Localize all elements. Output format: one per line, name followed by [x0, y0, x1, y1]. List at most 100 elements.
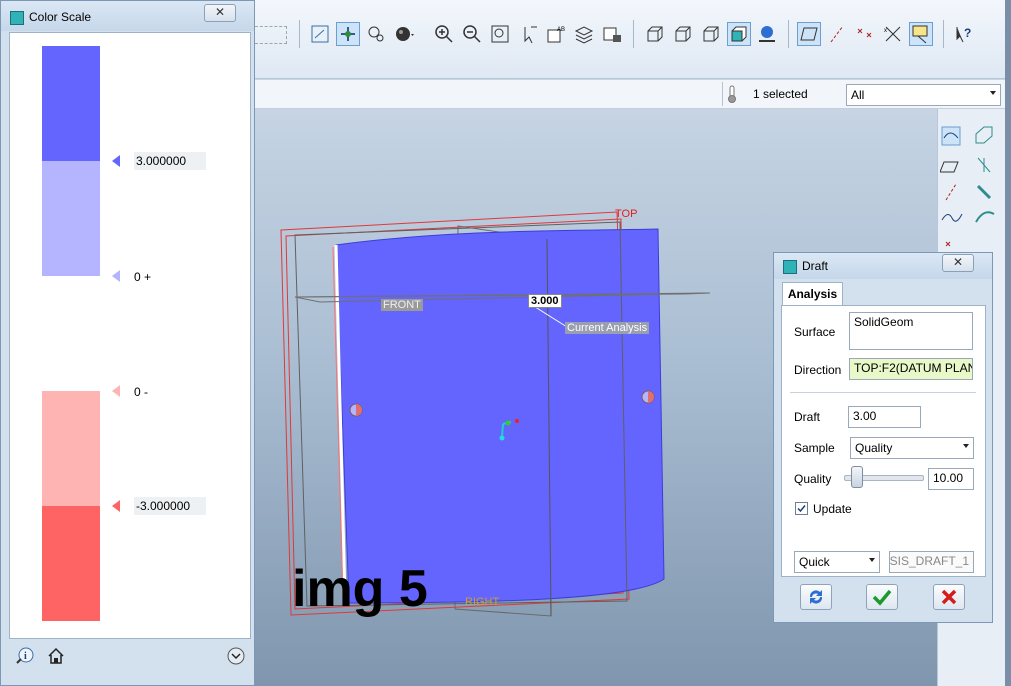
color-band	[42, 161, 100, 276]
draft-value-label[interactable]: 3.000	[528, 294, 562, 308]
orient-mode-icon[interactable]	[364, 22, 388, 46]
color-band	[42, 391, 100, 506]
sample-value: Quality	[855, 441, 893, 455]
color-band	[42, 506, 100, 621]
spin-center-icon[interactable]	[336, 22, 360, 46]
draft-angle-label: Draft	[794, 410, 821, 424]
window-border	[1005, 0, 1011, 686]
box-select-icon[interactable]	[255, 26, 287, 44]
right-datum-label[interactable]: RIGHT	[465, 596, 499, 608]
tab-analysis[interactable]: Analysis	[782, 282, 843, 306]
appearance-icon[interactable]	[600, 22, 624, 46]
window-icon	[783, 260, 797, 274]
no-hidden-icon[interactable]	[699, 22, 723, 46]
refit-icon[interactable]	[488, 22, 512, 46]
quality-slider-thumb[interactable]	[850, 466, 863, 488]
svg-text:i: i	[24, 651, 27, 662]
axis-display-icon[interactable]	[825, 22, 849, 46]
mode-value: Quick	[799, 555, 830, 569]
csys-display-icon[interactable]: x	[881, 22, 905, 46]
color-band	[42, 276, 100, 391]
datum-point-icon	[945, 241, 951, 247]
reorient-icon[interactable]	[516, 22, 540, 46]
quality-input[interactable]: 10.00	[928, 468, 974, 490]
scale-marker-arrow[interactable]	[112, 155, 120, 167]
chevron-down-icon	[869, 558, 875, 562]
scale-zero-minus-label: 0 -	[134, 385, 149, 399]
chevron-down-icon	[990, 91, 996, 95]
divider	[790, 392, 976, 393]
analysis-name-field[interactable]: ANALYSIS_DRAFT_1	[889, 551, 974, 573]
datum-plane-icon	[940, 161, 959, 173]
draft-title: Draft	[802, 259, 829, 273]
scale-zero-plus-label: 0 +	[134, 270, 152, 284]
selection-filter-value: All	[851, 88, 865, 102]
redraw-icon[interactable]	[308, 22, 332, 46]
chevron-down-icon	[963, 444, 969, 448]
thermometer-icon	[727, 85, 737, 106]
saved-views-icon[interactable]: AB	[544, 22, 568, 46]
extrude-icon	[975, 126, 993, 144]
scale-marker-arrow[interactable]	[112, 385, 120, 397]
graphics-toolbar: AB x ?	[255, 0, 1005, 79]
context-help-icon[interactable]: ?	[952, 22, 976, 46]
checkmark-icon	[797, 505, 806, 513]
update-checkbox[interactable]	[795, 502, 808, 515]
datum-axis-icon	[945, 183, 957, 201]
scale-min-value[interactable]: -3.000000	[134, 497, 206, 515]
direction-collector[interactable]: TOP:F2(DATUM PLANE)	[849, 358, 973, 380]
sample-dropdown[interactable]: Quality	[850, 437, 974, 459]
top-datum-label[interactable]: TOP	[615, 208, 637, 220]
zoom-in-icon[interactable]	[432, 22, 456, 46]
window-icon	[10, 11, 24, 25]
surface-collector[interactable]: SolidGeom	[849, 312, 973, 350]
scale-max-value[interactable]: 3.000000	[134, 152, 206, 170]
selection-filter-dropdown[interactable]: All	[846, 84, 1001, 106]
wireframe-icon[interactable]	[643, 22, 667, 46]
sketch-icon	[941, 126, 961, 146]
checkmark-icon	[872, 589, 892, 606]
mode-dropdown[interactable]: Quick	[794, 551, 880, 573]
zoom-out-icon[interactable]	[460, 22, 484, 46]
draft-angle-input[interactable]: 3.00	[848, 406, 921, 428]
sample-label: Sample	[794, 441, 835, 455]
scale-marker-arrow[interactable]	[112, 270, 120, 282]
svg-text:AB: AB	[557, 27, 565, 33]
close-icon	[941, 589, 957, 605]
selection-status-bar: 1 selected All	[255, 80, 1005, 109]
svg-text:?: ?	[964, 26, 971, 40]
update-label: Update	[813, 502, 852, 516]
blend-icon	[975, 211, 995, 223]
sweep-icon	[976, 184, 992, 200]
shading-icon[interactable]	[727, 22, 751, 46]
draft-titlebar[interactable]: Draft ✕	[774, 253, 992, 279]
close-button[interactable]: ✕	[942, 254, 974, 272]
cancel-button[interactable]	[933, 584, 965, 610]
point-display-icon[interactable]	[853, 22, 877, 46]
front-datum-label[interactable]: FRONT	[381, 299, 423, 311]
layers-icon[interactable]	[572, 22, 596, 46]
expand-chevron-icon[interactable]	[227, 647, 245, 668]
annotation-display-icon[interactable]	[909, 22, 933, 46]
revolve-icon	[977, 157, 991, 173]
draft-analysis-dialog: Draft ✕ Analysis Surface SolidGeom Direc…	[773, 252, 993, 623]
info-icon[interactable]: i	[15, 647, 35, 668]
color-scale-footer: i	[9, 641, 249, 681]
color-scale-title: Color Scale	[29, 10, 92, 24]
ok-button[interactable]	[866, 584, 898, 610]
color-scale-titlebar[interactable]: Color Scale ✕	[1, 1, 254, 31]
repaint-icon	[809, 590, 823, 604]
enhanced-realism-icon[interactable]	[755, 22, 779, 46]
hidden-line-icon[interactable]	[671, 22, 695, 46]
scale-marker-arrow[interactable]	[112, 500, 120, 512]
close-button[interactable]: ✕	[204, 4, 236, 22]
surface-label: Surface	[794, 325, 836, 339]
current-analysis-label[interactable]: Current Analysis	[565, 322, 650, 334]
repaint-button[interactable]	[800, 584, 832, 610]
home-icon[interactable]	[47, 647, 65, 668]
direction-label: Direction	[794, 363, 842, 377]
analysis-panel: Surface SolidGeom Direction TOP:F2(DATUM…	[781, 305, 986, 577]
plane-display-icon[interactable]	[797, 22, 821, 46]
display-style-icon[interactable]	[392, 22, 416, 46]
svg-text:x: x	[884, 28, 887, 34]
